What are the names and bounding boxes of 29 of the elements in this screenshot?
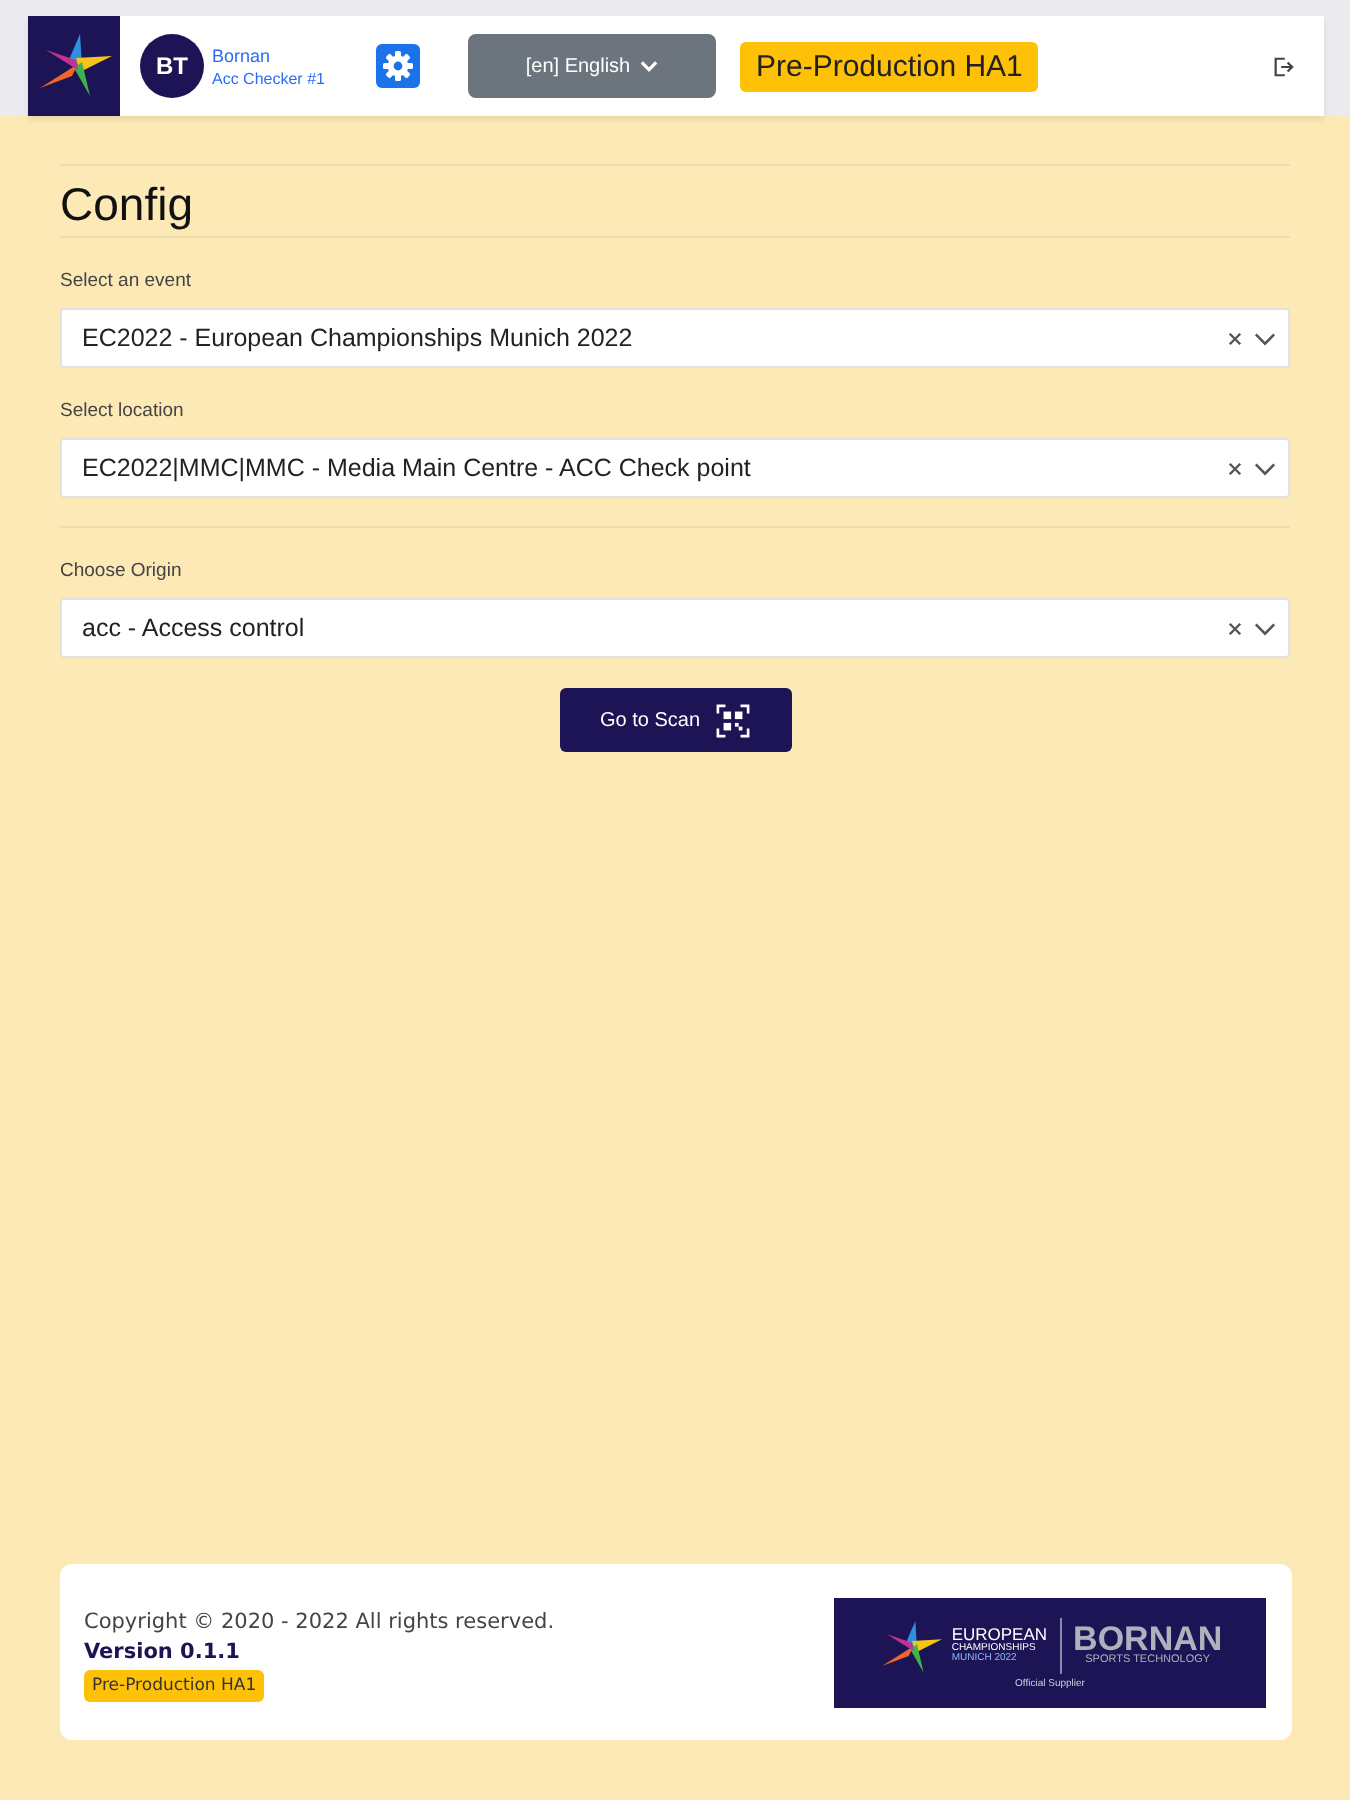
version-text: Version 0.1.1 [84, 1640, 240, 1664]
select-field[interactable]: acc - Access control [60, 598, 1290, 658]
field-label: Select an event [60, 270, 191, 292]
clear-icon[interactable] [1228, 621, 1242, 635]
chevron-down-icon[interactable] [1254, 621, 1276, 635]
field-label: Select location [60, 400, 184, 422]
copyright-text: Copyright © 2020 - 2022 All rights reserved. [84, 1610, 555, 1634]
event-name: EUROPEAN [951, 1626, 1048, 1644]
environment-badge: Pre-Production HA1 [84, 1670, 265, 1702]
environment-badge: Pre-Production HA1 [740, 41, 1039, 91]
user-name: Bornan [212, 45, 271, 65]
chevron-down-icon[interactable] [1254, 331, 1276, 345]
avatar-circle: BT [140, 34, 204, 98]
select-field[interactable]: EC2022 - European Championships Munich 2022 [60, 308, 1290, 368]
page-title: Config [60, 180, 195, 228]
star-logo-icon[interactable] [28, 16, 120, 116]
settings-icon[interactable] [376, 44, 420, 88]
field-label: Choose Origin [60, 560, 182, 582]
clear-icon[interactable] [1228, 461, 1242, 475]
qr-scan-icon [716, 703, 751, 737]
chevron-down-icon[interactable] [1254, 461, 1276, 475]
chevron-down-icon [640, 60, 659, 72]
select-field[interactable]: EC2022|MMC|MMC - Media Main Centre - ACC Check point [60, 438, 1290, 498]
user-role: Acc Checker #1 [212, 69, 325, 87]
brand-name: BORNAN [1073, 1622, 1223, 1657]
language-dropdown[interactable]: [en] English [468, 34, 716, 98]
go-to-scan-button[interactable]: Go to Scan [559, 688, 791, 752]
clear-icon[interactable] [1228, 331, 1242, 345]
logout-icon[interactable] [1272, 55, 1294, 77]
